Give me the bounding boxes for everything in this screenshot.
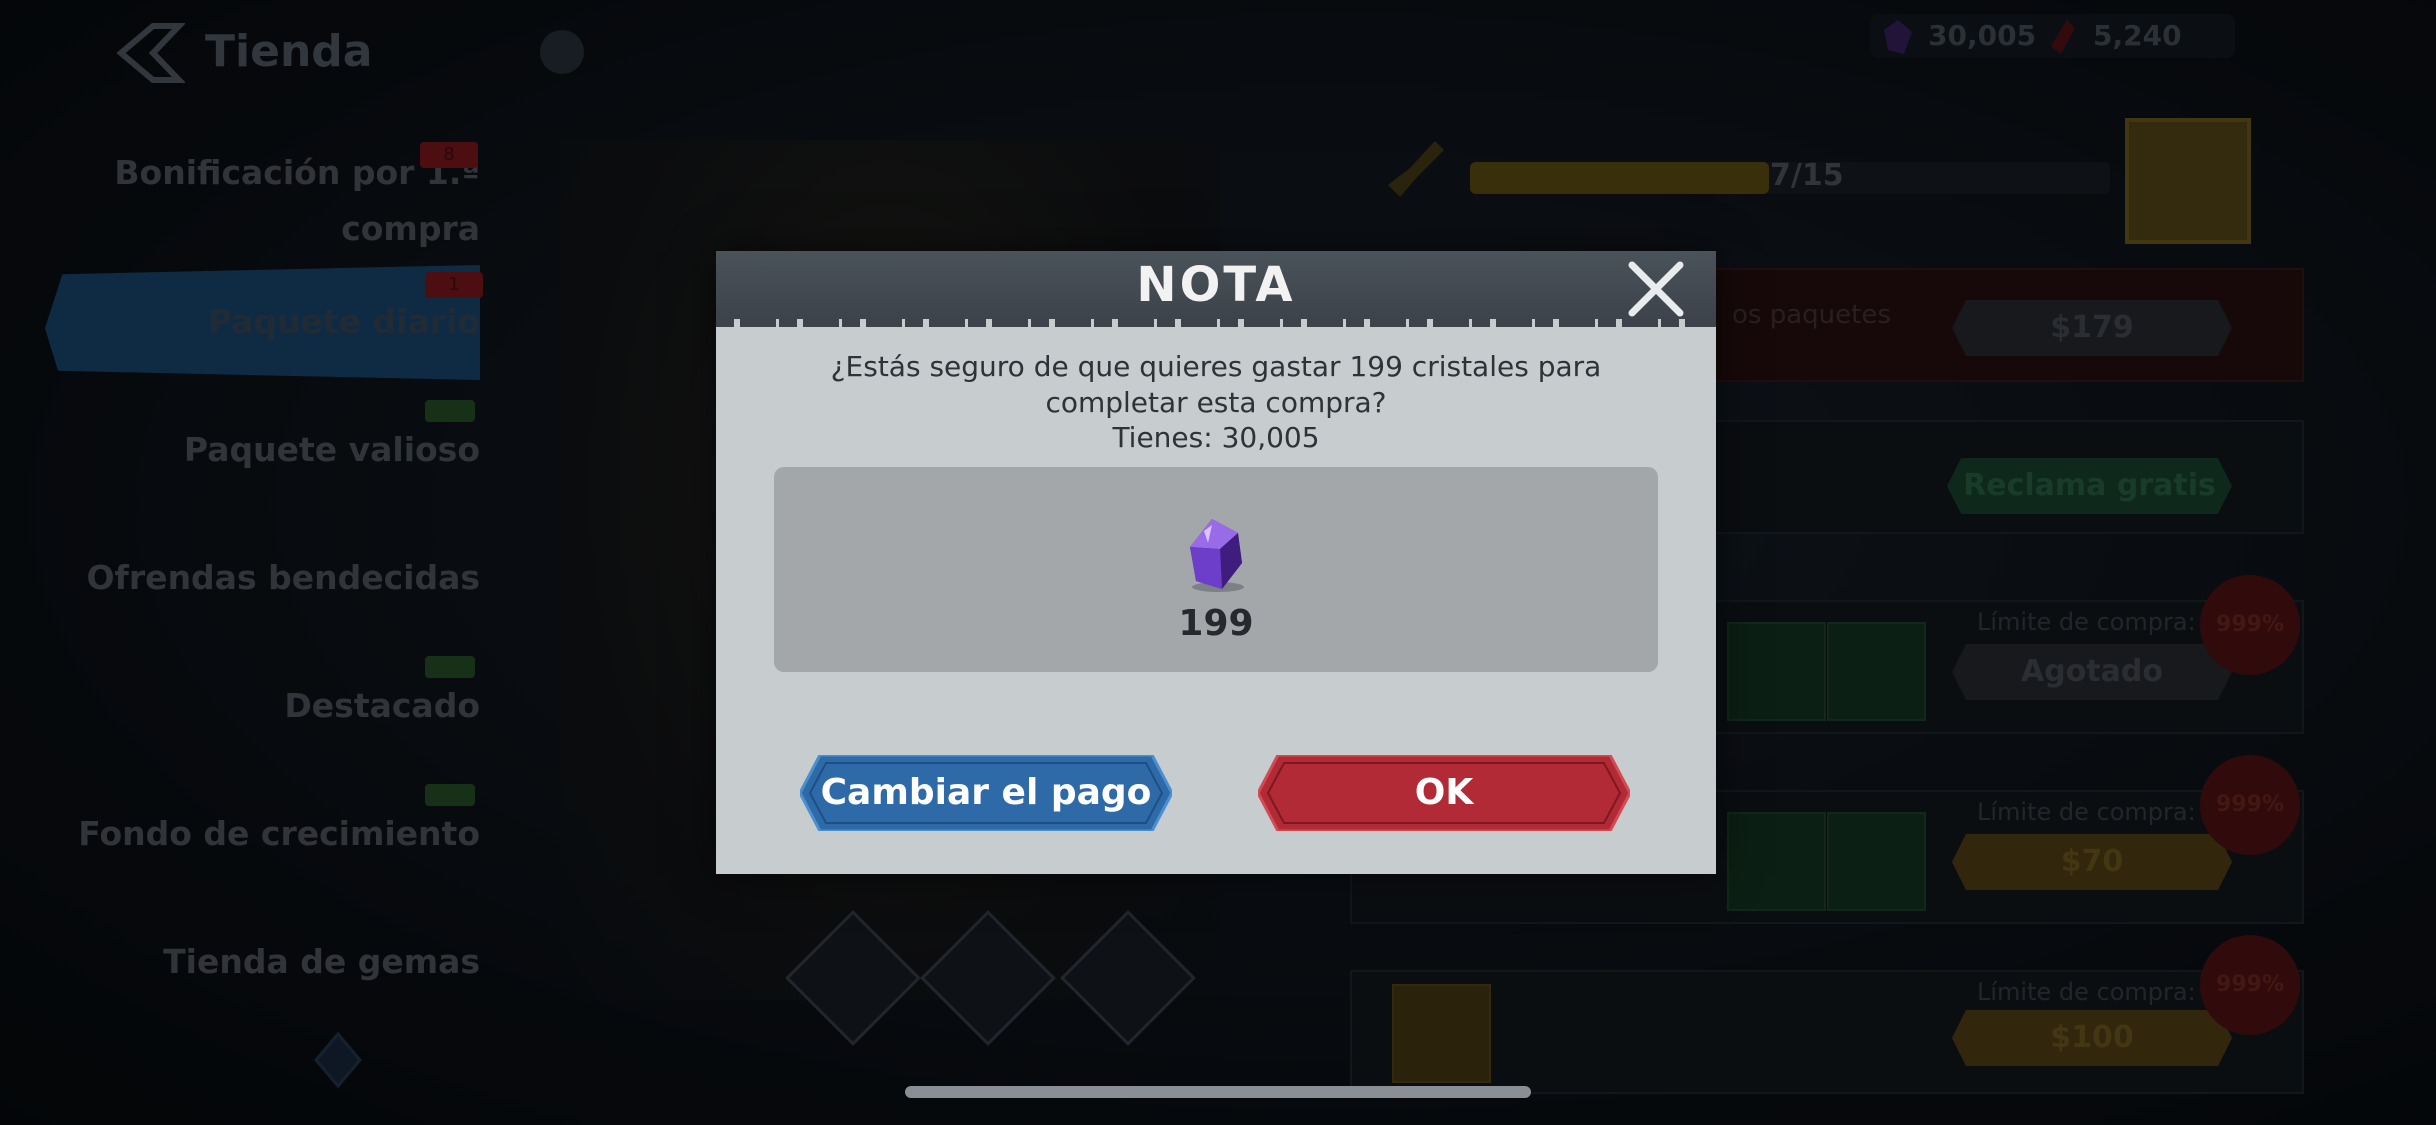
- close-icon[interactable]: [1624, 257, 1688, 321]
- confirm-message: ¿Estás seguro de que quieres gastar 199 …: [830, 350, 1602, 419]
- balance-text: Tienes: 30,005: [1112, 421, 1320, 454]
- dialog-header: NOTA: [716, 251, 1716, 327]
- purple-crystal-icon: [1190, 519, 1244, 592]
- change-payment-button[interactable]: Cambiar el pago: [800, 755, 1172, 831]
- cost-amount: 199: [1178, 603, 1254, 644]
- confirm-purchase-dialog: NOTA ¿Estás seguro de que quieres gastar…: [716, 251, 1716, 874]
- home-indicator[interactable]: [905, 1086, 1531, 1098]
- cost-panel: 199: [774, 467, 1658, 672]
- ok-label: OK: [1414, 772, 1474, 813]
- dialog-title: NOTA: [1136, 257, 1296, 313]
- change-payment-label: Cambiar el pago: [820, 772, 1152, 813]
- ok-button[interactable]: OK: [1258, 755, 1630, 831]
